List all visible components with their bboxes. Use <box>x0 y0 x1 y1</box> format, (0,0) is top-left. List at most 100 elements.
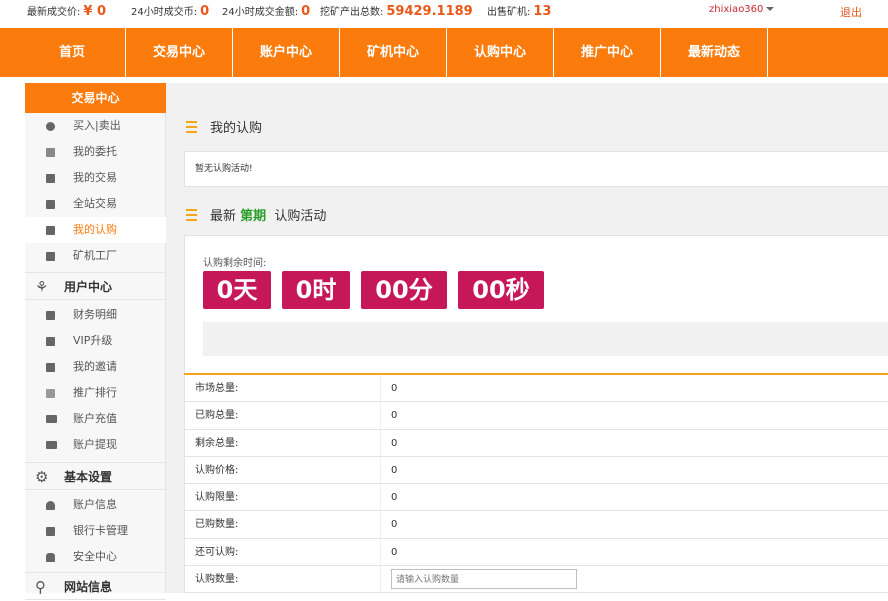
card-icon <box>46 441 57 449</box>
sidebar-item-my-orders[interactable]: 我的委托 <box>25 139 166 165</box>
sidebar-item-deposit[interactable]: 账户充值 <box>25 406 166 432</box>
heading-text: 最新 第期 认购活动 <box>210 205 326 224</box>
sidebar-item-my-trades[interactable]: 我的交易 <box>25 165 166 191</box>
sidebar-item-label: 账户信息 <box>73 498 117 511</box>
user-menu[interactable]: zhixiao360 <box>709 4 775 15</box>
stat-value: 59429.1189 <box>386 4 473 19</box>
nav-subscription-center[interactable]: 认购中心 <box>447 28 554 77</box>
sidebar-item-label: 推广排行 <box>73 386 117 399</box>
bar-chart-icon <box>46 389 55 398</box>
coin-icon <box>46 122 55 131</box>
sidebar-item-account-info[interactable]: 账户信息 <box>25 492 166 518</box>
nav-miner-center[interactable]: 矿机中心 <box>340 28 447 77</box>
document-icon <box>46 363 55 372</box>
sidebar-item-miner-factory[interactable]: 矿机工厂 <box>25 243 166 269</box>
field-label: 已购总量: <box>195 410 239 422</box>
table-row: 已购总量: 0 <box>184 402 888 430</box>
user-settings-icon: ⚘ <box>35 278 49 296</box>
field-value: 0 <box>391 492 398 504</box>
sidebar-section-user-center: ⚘ 用户中心 <box>25 272 166 300</box>
sidebar-item-label: 银行卡管理 <box>73 524 128 537</box>
stat-label: 24小时成交金额: <box>222 7 299 18</box>
section-bars-icon <box>186 209 197 221</box>
section-label: 用户中心 <box>64 280 113 294</box>
sidebar-item-bank-card[interactable]: 银行卡管理 <box>25 518 166 544</box>
chevron-down-icon <box>766 7 775 11</box>
sidebar-section-basic-settings: ⚙ 基本设置 <box>25 462 166 490</box>
heading-prefix: 最新 <box>210 209 237 224</box>
sidebar-item-all-trades[interactable]: 全站交易 <box>25 191 166 217</box>
sidebar-item-label: 账户充值 <box>73 412 117 425</box>
lock-icon <box>46 553 55 562</box>
card-icon <box>46 415 57 423</box>
field-label: 剩余总量: <box>195 437 239 449</box>
stat-latest-price: 最新成交价: ¥ 0 <box>27 0 106 24</box>
heading-suffix: 认购活动 <box>274 209 327 224</box>
countdown-days: 0天 <box>203 271 271 309</box>
countdown-panel: 认购剩余时间: 0天 0时 00分 00秒 <box>184 235 888 375</box>
no-activity-notice: 暂无认购活动! <box>184 151 888 187</box>
field-value: 0 <box>391 519 398 531</box>
table-row: 还可认购: 0 <box>184 538 888 567</box>
nav-promotion-center[interactable]: 推广中心 <box>554 28 661 77</box>
stat-value: 13 <box>533 4 552 19</box>
stat-label: 24小时成交币: <box>131 7 198 18</box>
subscription-quantity-input[interactable] <box>391 569 577 590</box>
nav-latest-news[interactable]: 最新动态 <box>661 28 768 77</box>
sidebar-item-finance-details[interactable]: 财务明细 <box>25 302 166 328</box>
sidebar-section-site-info: ⚲ 网站信息 <box>25 572 166 600</box>
main-nav: 首页 交易中心 账户中心 矿机中心 认购中心 推广中心 最新动态 <box>0 28 888 77</box>
sidebar-item-label: 我的交易 <box>73 171 117 184</box>
entrust-icon <box>46 148 55 157</box>
sidebar-item-label: 我的委托 <box>73 145 117 158</box>
document-icon <box>46 174 55 183</box>
stat-label: 最新成交价: <box>27 7 81 18</box>
sidebar-item-label: 矿机工厂 <box>73 249 117 262</box>
table-row: 认购数量: <box>184 566 888 594</box>
countdown-seconds: 00秒 <box>458 271 544 309</box>
field-label: 认购价格: <box>195 464 239 476</box>
heading-text: 我的认购 <box>210 121 263 136</box>
stat-label: 挖矿产出总数: <box>320 7 384 18</box>
field-value: 0 <box>391 464 398 476</box>
countdown-label: 认购剩余时间: <box>203 258 267 269</box>
field-value: 0 <box>391 546 398 558</box>
nav-trade-center[interactable]: 交易中心 <box>126 28 233 77</box>
nav-home[interactable]: 首页 <box>19 28 126 77</box>
section-bars-icon <box>186 121 197 133</box>
main-content: 我的认购 暂无认购活动! 最新 第期 认购活动 认购剩余时间: 0天 0时 00… <box>166 83 888 594</box>
field-label: 市场总量: <box>195 383 239 394</box>
gear-icon: ⚙ <box>35 468 49 486</box>
table-row: 认购限量: 0 <box>184 484 888 512</box>
stat-value: 0 <box>301 4 311 19</box>
edit-icon <box>46 200 55 209</box>
sidebar-item-buy-sell[interactable]: 买入|卖出 <box>25 113 166 139</box>
nav-account-center[interactable]: 账户中心 <box>233 28 340 77</box>
stat-mining-output: 挖矿产出总数: 59429.1189 <box>320 0 473 24</box>
logout-link[interactable]: 退出 <box>840 4 862 20</box>
document-icon <box>46 252 55 261</box>
section-label: 网站信息 <box>64 580 113 594</box>
sidebar-item-promotion-ranking[interactable]: 推广排行 <box>25 380 166 406</box>
sidebar-item-my-subscription[interactable]: 我的认购 <box>25 217 166 243</box>
stat-24h-volume-coin: 24小时成交币: 0 <box>131 0 209 24</box>
table-row: 认购价格: 0 <box>184 456 888 485</box>
user-icon <box>46 501 55 510</box>
sidebar-item-my-invites[interactable]: 我的邀请 <box>25 354 166 380</box>
heading-period: 第期 <box>240 209 267 224</box>
sidebar-item-vip-upgrade[interactable]: VIP升级 <box>25 328 166 354</box>
table-row: 市场总量: 0 <box>184 375 888 403</box>
field-label: 认购限量: <box>195 492 239 504</box>
sidebar-item-security-center[interactable]: 安全中心 <box>25 544 166 570</box>
sidebar-item-label: VIP升级 <box>73 334 113 347</box>
sidebar-item-label: 账户提现 <box>73 438 117 451</box>
subscription-details-table: 市场总量: 0 已购总量: 0 剩余总量: 0 认购价格: 0 认购限量: 0 已购数量:… <box>184 375 888 594</box>
sidebar-item-label: 安全中心 <box>73 550 117 563</box>
field-label: 已购数量: <box>195 519 239 531</box>
field-label: 认购数量: <box>195 574 239 586</box>
sidebar-header: 交易中心 <box>25 83 166 113</box>
field-value: 0 <box>391 437 398 449</box>
sidebar-item-withdraw[interactable]: 账户提现 <box>25 432 166 458</box>
field-label: 还可认购: <box>195 546 239 558</box>
stat-label: 出售矿机: <box>487 7 531 18</box>
